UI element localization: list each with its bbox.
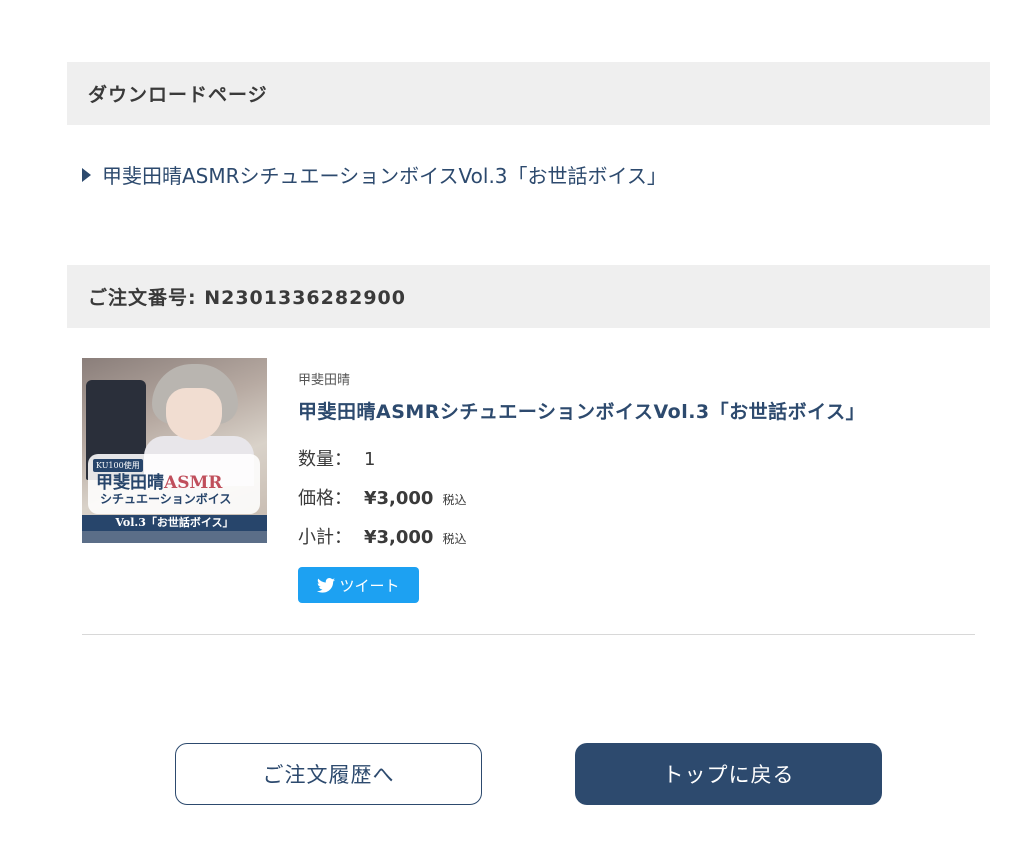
subtotal-value: ¥3,000 (364, 527, 434, 548)
order-history-label: ご注文履歴へ (262, 763, 395, 787)
quantity-label: 数量： (298, 449, 352, 470)
subtotal-label: 小計： (298, 527, 352, 548)
subtotal-row: 小計： ¥3,000 税込 (298, 523, 466, 549)
product-thumbnail: KU100使用 甲斐田晴ASMR シチュエーションボイス Vol.3「お世話ボイ… (82, 358, 267, 543)
price-tax-label: 税込 (442, 493, 467, 507)
price-value: ¥3,000 (364, 488, 434, 509)
quantity-value: 1 (364, 449, 376, 470)
price-label: 価格： (298, 488, 352, 509)
download-section-header: ダウンロードページ (67, 62, 990, 125)
download-item-label: 甲斐田晴ASMRシチュエーションボイスVol.3「お世話ボイス」 (102, 164, 667, 188)
tweet-button[interactable]: ツイート (298, 567, 419, 603)
twitter-bird-icon (317, 577, 336, 593)
price-row: 価格： ¥3,000 税込 (298, 484, 466, 510)
thumbnail-volume: Vol.3「お世話ボイス」 (82, 515, 267, 531)
subtotal-tax-label: 税込 (442, 532, 467, 546)
divider (82, 634, 975, 635)
order-number-header: ご注文番号: N2301336282900 (67, 265, 990, 328)
thumbnail-logo-sub: シチュエーションボイス (100, 492, 232, 506)
order-number: ご注文番号: N2301336282900 (88, 287, 406, 309)
back-to-top-button[interactable]: トップに戻る (575, 743, 882, 805)
order-history-button[interactable]: ご注文履歴へ (175, 743, 482, 805)
back-to-top-label: トップに戻る (662, 763, 795, 787)
download-item-link[interactable]: 甲斐田晴ASMRシチュエーションボイスVol.3「お世話ボイス」 (82, 160, 667, 189)
caret-right-icon (82, 167, 91, 182)
tweet-label: ツイート (339, 576, 400, 595)
product-title: 甲斐田晴ASMRシチュエーションボイスVol.3「お世話ボイス」 (298, 401, 866, 423)
product-maker: 甲斐田晴 (298, 373, 351, 388)
download-section-title: ダウンロードページ (88, 84, 268, 106)
quantity-row: 数量： 1 (298, 445, 375, 471)
